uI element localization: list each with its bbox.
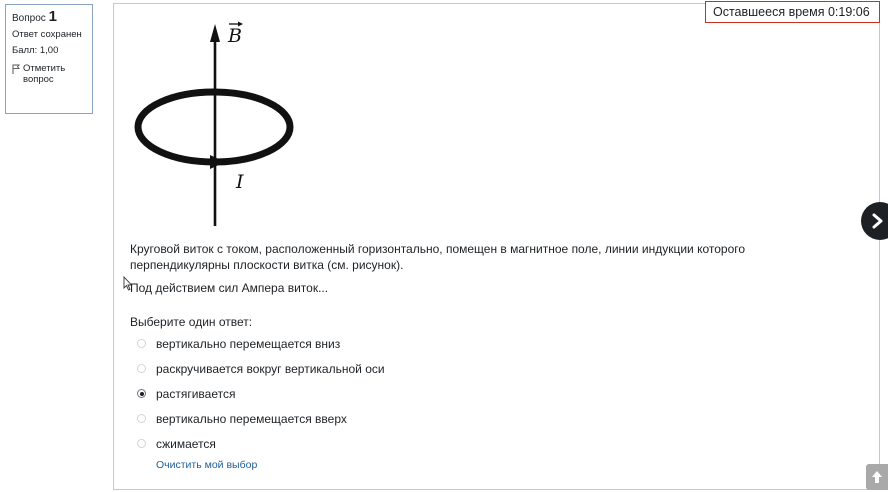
question-label: Вопрос [12, 13, 46, 24]
question-text-continuation: Под действием сил Ампера виток... [130, 281, 329, 295]
question-grade: Балл: 1,00 [12, 45, 59, 56]
radio-button[interactable] [137, 439, 146, 448]
current-arrow-head [210, 155, 225, 169]
flag-question-button[interactable]: Отметить вопрос [12, 63, 86, 86]
question-text: Круговой виток с током, расположенный го… [130, 242, 746, 272]
question-number: Вопрос 1 [12, 8, 86, 25]
answer-option-1[interactable]: вертикально перемещается вниз [137, 331, 385, 356]
magnetic-field-figure: B I [134, 21, 294, 226]
answer-option-2[interactable]: раскручивается вокруг вертикальной оси [137, 356, 385, 381]
quiz-timer: Оставшееся время 0:19:06 [705, 1, 880, 23]
scroll-to-top-button[interactable] [866, 464, 888, 490]
b-arrow-head [210, 24, 220, 42]
radio-button[interactable] [137, 339, 146, 348]
chevron-right-icon [872, 213, 883, 229]
current-i-label: I [235, 171, 244, 193]
flag-question-label: Отметить вопрос [23, 62, 66, 86]
radio-button[interactable] [137, 364, 146, 373]
answer-option-label: вертикально перемещается вверх [156, 411, 347, 426]
answer-option-label: вертикально перемещается вниз [156, 336, 341, 351]
flag-icon [12, 64, 20, 74]
question-state: Ответ сохранен [12, 28, 82, 40]
answer-option-label: сжимается [156, 436, 216, 451]
answer-option-label: растягивается [156, 386, 236, 401]
question-number-value: 1 [48, 8, 57, 25]
radio-button-selected[interactable] [137, 389, 146, 398]
answer-prompt: Выберите один ответ: [130, 315, 253, 329]
answer-option-5[interactable]: сжимается [137, 431, 385, 456]
clear-choice-link[interactable]: Очистить мой выбор [156, 459, 257, 471]
answer-option-4[interactable]: вертикально перемещается вверх [137, 406, 385, 431]
mouse-cursor-icon [123, 276, 133, 291]
radio-button[interactable] [137, 414, 146, 423]
answer-options: вертикально перемещается вниз раскручива… [137, 331, 385, 456]
question-info-panel: Вопрос 1 Ответ сохранен Балл: 1,00 Отмет… [5, 4, 93, 114]
arrow-up-icon [872, 471, 882, 483]
answer-option-label: раскручивается вокруг вертикальной оси [156, 361, 385, 376]
vector-b-label: B [227, 25, 242, 47]
answer-option-3[interactable]: растягивается [137, 381, 385, 406]
